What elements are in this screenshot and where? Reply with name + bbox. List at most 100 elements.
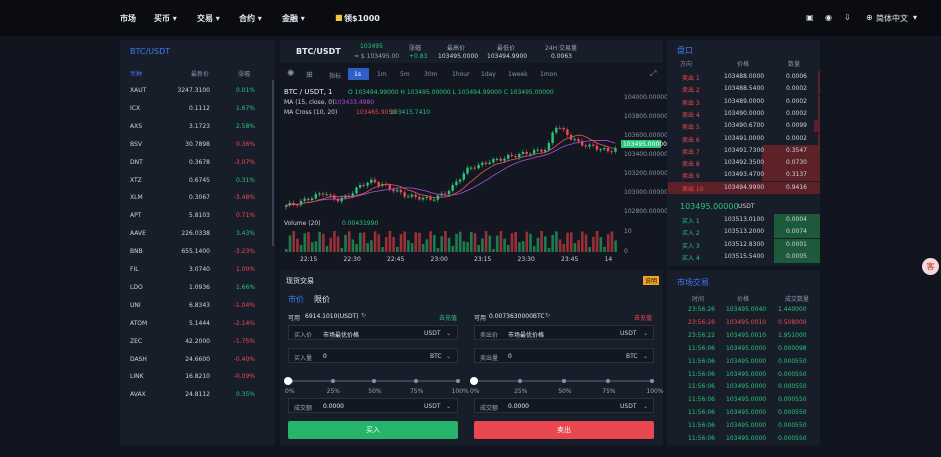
bid-row[interactable]: 买入 3 103512.8300 0.0001 <box>668 238 820 251</box>
percent-label[interactable]: 100% <box>452 388 469 395</box>
refresh-icon[interactable]: ↻ <box>545 312 550 319</box>
tf-1day[interactable]: 1day <box>481 71 496 78</box>
slider-step-dot[interactable] <box>413 379 418 383</box>
slider-step-dot[interactable] <box>330 379 335 383</box>
market-row[interactable]: BNB 655.1400 -3.23% <box>130 248 258 258</box>
globe-icon[interactable]: ⊕ <box>866 13 873 22</box>
buy-total-field[interactable]: 成交额 0.0000 USDT ⌄ <box>288 398 458 413</box>
market-row[interactable]: ZEC 42.2000 -1.75% <box>130 338 258 348</box>
candles <box>285 125 617 210</box>
scrollbar[interactable] <box>272 80 274 246</box>
ask-row[interactable]: 卖出 9 103493.4700 0.3137 <box>668 169 820 182</box>
slider-step-dot[interactable] <box>455 379 460 383</box>
market-row[interactable]: ATOM 5.1444 -2.14% <box>130 320 258 330</box>
user-icon[interactable]: ◉ <box>825 13 832 22</box>
candle-body <box>403 192 406 197</box>
percent-label[interactable]: 50% <box>558 388 571 395</box>
market-row[interactable]: FIL 3.0740 1.00% <box>130 266 258 276</box>
market-row[interactable]: LDO 1.0936 1.66% <box>130 284 258 294</box>
buy-button[interactable]: 买入 <box>288 421 458 439</box>
tf-1s[interactable]: 1s <box>354 71 361 78</box>
candle-body <box>488 162 491 164</box>
ask-row[interactable]: 卖出 6 103491.0000 0.0002 <box>668 132 820 145</box>
sell-slider-handle[interactable] <box>470 377 478 385</box>
chevron-down-icon[interactable]: ▾ <box>913 13 917 22</box>
market-row[interactable]: UNI 6.8343 -1.04% <box>130 302 258 312</box>
market-row[interactable]: XTZ 0.6745 0.31% <box>130 177 258 187</box>
sell-recharge-link[interactable]: 去充值 <box>634 313 652 322</box>
download-icon[interactable]: ▣ <box>806 13 814 22</box>
col-coin[interactable]: 币种 <box>130 69 142 78</box>
sell-amount-field[interactable]: 卖出量 0 BTC ⌄ <box>474 348 654 363</box>
volume-bar <box>518 242 521 252</box>
market-row[interactable]: LINK 16.8210 -0.09% <box>130 373 258 383</box>
gift-icon[interactable]: ■ <box>335 13 343 22</box>
nav-buy-coin[interactable]: 买币 ▾ <box>154 13 177 24</box>
nav-finance[interactable]: 金融 ▾ <box>282 13 305 24</box>
ask-row[interactable]: 卖出 8 103492.3500 0.0730 <box>668 157 820 170</box>
ask-row[interactable]: 卖出 4 103490.0000 0.0002 <box>668 107 820 120</box>
nav-bonus[interactable]: 领$1000 <box>344 13 380 24</box>
market-row[interactable]: APT 5.8103 0.71% <box>130 212 258 222</box>
percent-label[interactable]: 100% <box>646 388 663 395</box>
market-row[interactable]: XLM 0.3067 -3.48% <box>130 194 258 204</box>
settings-icon[interactable]: ✺ <box>287 69 295 79</box>
col-change[interactable]: 涨幅 <box>238 69 250 78</box>
percent-label[interactable]: 50% <box>368 388 381 395</box>
nav-contract[interactable]: 合约 ▾ <box>239 13 262 24</box>
language-select[interactable]: 简体中文 <box>876 13 908 24</box>
sell-button[interactable]: 卖出 <box>474 421 654 439</box>
app-icon[interactable]: ⇩ <box>844 13 851 22</box>
nav-market[interactable]: 市场 <box>120 13 136 24</box>
ask-row[interactable]: 卖出 1 103488.0000 0.0006 <box>668 71 820 83</box>
market-change: -3.48% <box>233 194 255 202</box>
refresh-icon[interactable]: ↻ <box>361 312 366 319</box>
ask-row[interactable]: 卖出 7 103491.7300 0.3547 <box>668 144 820 157</box>
tab-market[interactable]: 市价 <box>288 294 304 305</box>
sell-price-field[interactable]: 卖出价 市场最优价格 USDT ⌄ <box>474 325 654 340</box>
nav-trade[interactable]: 交易 ▾ <box>197 13 220 24</box>
col-price[interactable]: 最新价 <box>191 69 209 78</box>
tf-30m[interactable]: 30m <box>424 71 437 78</box>
indicator-button[interactable]: 指标 <box>329 71 341 80</box>
percent-label[interactable]: 75% <box>602 388 615 395</box>
tf-1week[interactable]: 1week <box>508 71 528 78</box>
percent-label[interactable]: 25% <box>327 388 340 395</box>
volume-bar <box>595 231 599 252</box>
market-row[interactable]: AXS 3.1723 2.58% <box>130 123 258 133</box>
tf-1mon[interactable]: 1mon <box>540 71 557 78</box>
fullscreen-icon[interactable]: ⤢ <box>650 69 656 79</box>
bid-row[interactable]: 买入 2 103513.2000 0.0074 <box>668 226 820 239</box>
bid-row[interactable]: 买入 1 103513.0100 0.0004 <box>668 214 820 226</box>
candle-type-icon[interactable]: ⊞ <box>306 70 313 79</box>
market-row[interactable]: DNT 0.3678 -3.07% <box>130 159 258 169</box>
tf-5m[interactable]: 5m <box>400 71 410 78</box>
market-row[interactable]: DASH 24.6600 -0.40% <box>130 356 258 366</box>
market-row[interactable]: AAVE 226.0338 3.43% <box>130 230 258 240</box>
market-row[interactable]: XAUT 3247.3100 0.01% <box>130 87 258 97</box>
buy-amount-field[interactable]: 买入量 0 BTC ⌄ <box>288 348 458 363</box>
ask-row[interactable]: 卖出 2 103488.5400 0.0002 <box>668 83 820 96</box>
market-row[interactable]: BSV 30.7898 0.36% <box>130 141 258 151</box>
help-badge[interactable]: 说明 <box>643 276 660 285</box>
tf-1m[interactable]: 1m <box>377 71 387 78</box>
market-row[interactable]: AVAX 24.8112 0.35% <box>130 391 258 401</box>
buy-slider-handle[interactable] <box>284 377 292 385</box>
percent-label[interactable]: 0% <box>285 388 295 395</box>
percent-label[interactable]: 25% <box>514 388 527 395</box>
buy-recharge-link[interactable]: 去充值 <box>439 313 457 322</box>
percent-label[interactable]: 75% <box>410 388 423 395</box>
buy-price-field[interactable]: 买入价 市场最优价格 USDT ⌄ <box>288 325 458 340</box>
price-chart[interactable] <box>280 80 663 266</box>
bid-row[interactable]: 买入 4 103515.5400 0.0005 <box>668 250 820 263</box>
market-row[interactable]: ICX 0.1112 1.67% <box>130 105 258 115</box>
ask-row[interactable]: 卖出 3 103489.0000 0.0002 <box>668 95 820 108</box>
ask-row[interactable]: 卖出 10 103494.9900 0.9416 <box>668 181 820 194</box>
tab-limit[interactable]: 限价 <box>314 294 330 305</box>
tf-1hour[interactable]: 1hour <box>452 71 470 78</box>
sell-total-field[interactable]: 成交额 0.0000 USDT ⌄ <box>474 398 654 413</box>
ask-row[interactable]: 卖出 5 103490.6700 0.0099 <box>668 120 820 133</box>
ask-qty: 0.0002 <box>786 109 807 117</box>
chat-support-icon[interactable]: 客 <box>922 258 939 275</box>
percent-label[interactable]: 0% <box>470 388 480 395</box>
